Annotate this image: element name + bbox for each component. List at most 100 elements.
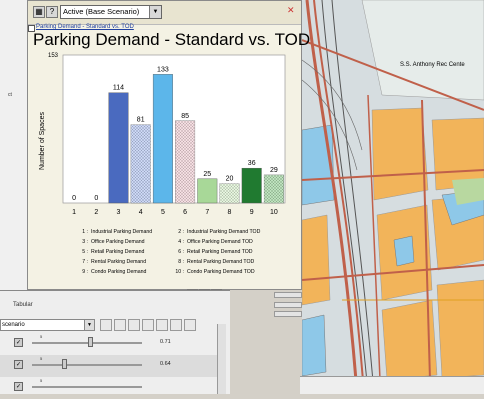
chart-settings-button[interactable]: ▦ [33, 6, 45, 18]
bar-hatch-6 [175, 120, 195, 203]
paint-button[interactable] [142, 319, 154, 331]
slider-value: 0.64 [160, 361, 171, 367]
scenario-field[interactable]: scenario ▼ [0, 319, 95, 331]
y-axis-label: Number of Spaces [39, 112, 46, 170]
help-button[interactable]: ? [46, 6, 58, 18]
chart-window: ▦ ? Active (Base Scenario) ▼ ✕ Parking D… [27, 0, 310, 290]
legend-item: 2 : Industrial Parking Demand TOD [172, 229, 260, 235]
bar-hatch-10 [264, 174, 284, 203]
help-icon: ? [49, 7, 55, 16]
legend-key: 2 : [178, 229, 184, 235]
legend-item: 3 : Office Parking Demand [76, 239, 145, 245]
data-label-8: 20 [226, 176, 234, 183]
slider-checkbox[interactable]: ✓ [14, 360, 23, 369]
legend-label: Condo Parking Demand [91, 269, 147, 275]
grid-button[interactable] [100, 319, 112, 331]
chart-toolbar: ▦ ? Active (Base Scenario) ▼ ✕ [28, 1, 301, 25]
x-tick-1: 1 [72, 209, 76, 216]
x-tick-8: 8 [228, 209, 232, 216]
legend-item: 8 : Rental Parking Demand TOD [172, 259, 254, 265]
legend-key: 10 : [175, 269, 184, 275]
x-tick-9: 9 [250, 209, 254, 216]
slider-checkbox[interactable]: ✓ [14, 338, 23, 347]
slider-tick-label: 5 [40, 378, 43, 383]
legend-item: 7 : Rental Parking Demand [76, 259, 146, 265]
x-tick-7: 7 [205, 209, 209, 216]
bar-9 [241, 167, 262, 204]
map-canvas[interactable] [302, 0, 484, 393]
tabular-panel: Tabular scenario ▼ 5 ✓ 0.71 5 ✓ 0.64 5 ✓ [0, 290, 230, 394]
legend-label: Rental Parking Demand [91, 259, 147, 265]
legend-label: Condo Parking Demand TOD [187, 269, 255, 275]
x-tick-3: 3 [117, 209, 121, 216]
slider-row-2: 5 ✓ 0.64 [0, 355, 224, 377]
legend-label: Office Parking Demand [91, 239, 145, 245]
legend-key: 6 : [178, 249, 184, 255]
side-tag-3[interactable] [274, 311, 302, 317]
undo-button[interactable] [114, 319, 126, 331]
data-label-5: 133 [157, 66, 169, 73]
chevron-down-icon: ▼ [149, 6, 161, 18]
legend-item: 6 : Retail Parking Demand TOD [172, 249, 253, 255]
legend-label: Office Parking Demand TOD [187, 239, 253, 245]
data-label-6: 85 [181, 113, 189, 120]
legend-item: 1 : Industrial Parking Demand [76, 229, 152, 235]
x-tick-2: 2 [94, 209, 98, 216]
slider-track[interactable] [32, 386, 142, 388]
x-tick-6: 6 [183, 209, 187, 216]
bar-chart: 153 Number of Spaces 0102114381413358562… [39, 53, 286, 216]
tab-tabular[interactable]: Tabular [13, 302, 33, 308]
bar-3 [108, 92, 129, 204]
map-status-bar [300, 376, 484, 394]
map-place-label: S.S. Anthony Rec Cente [400, 62, 465, 68]
side-tag-2[interactable] [274, 302, 302, 308]
slider-track[interactable] [32, 342, 142, 344]
data-label-2: 0 [94, 195, 98, 202]
data-label-7: 25 [203, 171, 211, 178]
map-view[interactable]: S.S. Anthony Rec Cente [302, 0, 484, 393]
side-tag-1[interactable] [274, 292, 302, 298]
legend-key: 5 : [82, 249, 88, 255]
slider-checkbox[interactable]: ✓ [14, 382, 23, 391]
tool-button[interactable] [184, 319, 196, 331]
slider-tick-label: 5 [40, 334, 43, 339]
close-icon[interactable]: ✕ [287, 5, 297, 15]
legend-label: Retail Parking Demand TOD [187, 249, 253, 255]
legend-item: 9 : Condo Parking Demand [76, 269, 146, 275]
slider-thumb[interactable] [88, 337, 93, 347]
redo-button[interactable] [128, 319, 140, 331]
left-strip-label: ct [8, 92, 12, 98]
x-tick-4: 4 [139, 209, 143, 216]
legend-item: 10 : Condo Parking Demand TOD [172, 269, 255, 275]
legend-label: Retail Parking Demand [91, 249, 145, 255]
legend-item: 4 : Office Parking Demand TOD [172, 239, 253, 245]
grid-icon: ▦ [35, 7, 43, 16]
bar-hatch-8 [219, 183, 240, 203]
legend-key: 9 : [82, 269, 88, 275]
y-max-label: 153 [48, 53, 59, 59]
slider-row-3: 5 ✓ [0, 377, 224, 399]
bar-7 [197, 178, 218, 204]
chart-title: Parking Demand - Standard vs. TOD [33, 30, 311, 49]
legend-label: Rental Parking Demand TOD [187, 259, 255, 265]
slider-track[interactable] [32, 364, 142, 366]
scenario-select-value: Active (Base Scenario) [63, 7, 140, 16]
data-label-10: 29 [270, 167, 278, 174]
help-button-2[interactable] [170, 319, 182, 331]
legend-key: 8 : [178, 259, 184, 265]
slider-row-1: 5 ✓ 0.71 [0, 333, 224, 355]
data-label-3: 114 [113, 85, 124, 92]
legend-label: Industrial Parking Demand TOD [187, 229, 261, 235]
x-tick-10: 10 [270, 209, 278, 216]
scenario-select[interactable]: Active (Base Scenario) ▼ [60, 5, 162, 19]
legend-label: Industrial Parking Demand [91, 229, 153, 235]
slider-value: 0.71 [160, 339, 171, 345]
data-label-1: 0 [72, 195, 76, 202]
slider-thumb[interactable] [62, 359, 67, 369]
scrollbar-vertical[interactable] [217, 324, 226, 394]
bar-hatch-4 [130, 124, 151, 203]
legend-key: 7 : [82, 259, 88, 265]
legend-item: 5 : Retail Parking Demand [76, 249, 144, 255]
play-button[interactable] [156, 319, 168, 331]
legend-key: 1 : [82, 229, 88, 235]
